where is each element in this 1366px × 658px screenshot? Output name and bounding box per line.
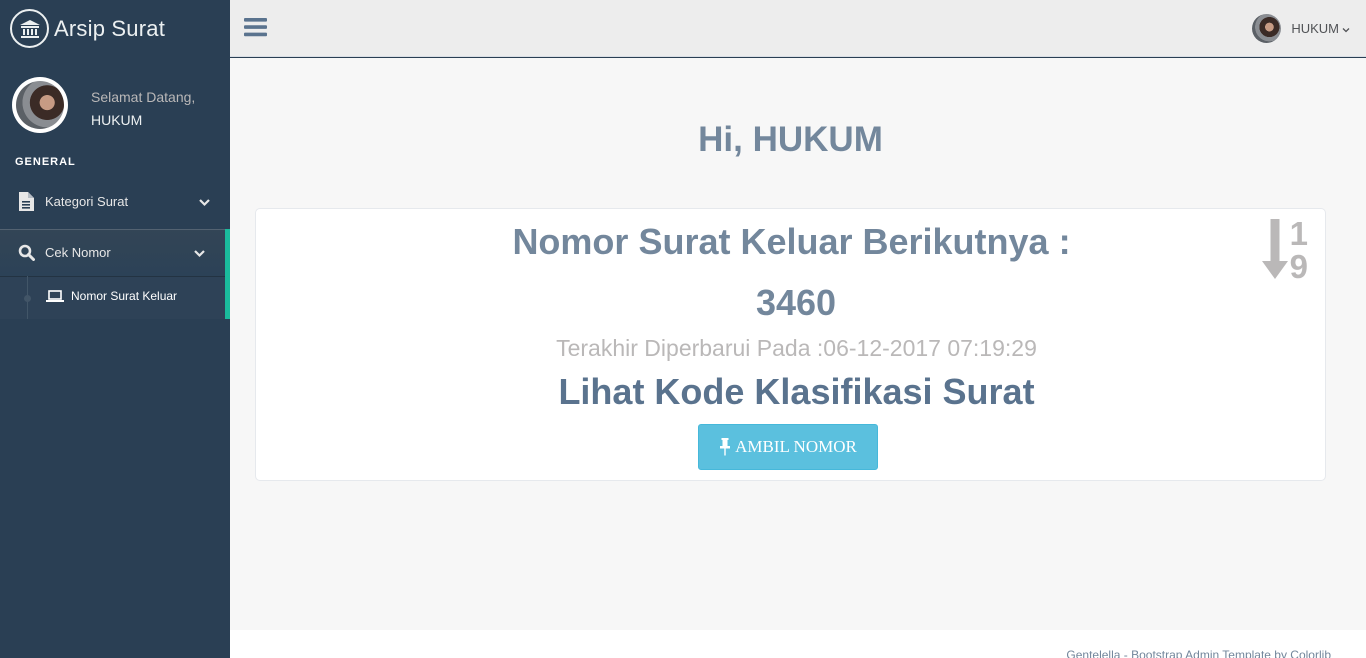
user-menu[interactable]: HUKUM (1252, 14, 1350, 43)
main-content: Hi, HUKUM 1 9 Nomor Surat Keluar Berikut… (230, 58, 1366, 630)
sidebar-item-cek-nomor[interactable]: Cek Nomor (0, 229, 230, 276)
tile-stats: 1 9 Nomor Surat Keluar Berikutnya : 3460… (255, 208, 1326, 481)
brand-title[interactable]: Arsip Surat (54, 16, 165, 42)
welcome-text: Selamat Datang, (91, 89, 196, 105)
search-icon (15, 244, 37, 261)
thumb-tack-icon (719, 438, 731, 456)
top-nav: HUKUM (230, 0, 1366, 57)
sidebar-item-label: Kategori Surat (45, 194, 129, 209)
footer-credit[interactable]: Gentelella - Bootstrap Admin Template by… (1066, 648, 1331, 658)
last-updated: Terakhir Diperbarui Pada :06-12-2017 07:… (256, 335, 1337, 362)
classification-code-link[interactable]: Lihat Kode Klasifikasi Surat (256, 371, 1337, 413)
menu-section-title: GENERAL (15, 156, 76, 168)
sidebar: Arsip Surat Selamat Datang, HUKUM GENERA… (0, 0, 230, 658)
sidebar-item-nomor-surat-keluar[interactable]: Nomor Surat Keluar (46, 289, 177, 303)
chevron-down-icon (1342, 21, 1350, 36)
sidebar-item-kategori-surat[interactable]: Kategori Surat (0, 178, 230, 225)
avatar (1252, 14, 1282, 43)
file-text-icon (15, 192, 37, 211)
take-number-button[interactable]: AMBIL NOMOR (698, 424, 878, 470)
tile-heading: Nomor Surat Keluar Berikutnya : (512, 221, 1071, 262)
last-updated-value: 06-12-2017 07:19:29 (823, 335, 1037, 361)
sidebar-subitem-label: Nomor Surat Keluar (71, 289, 178, 303)
chevron-down-icon (194, 246, 205, 261)
bank-icon (10, 9, 49, 48)
next-number: 3460 (755, 282, 837, 323)
footer: Gentelella - Bootstrap Admin Template by… (230, 630, 1366, 658)
side-menu: Kategori Surat Cek Nomor Nomor Surat Kel… (0, 178, 230, 319)
avatar (12, 77, 68, 133)
last-updated-label: Terakhir Diperbarui Pada : (556, 335, 824, 361)
profile-name: HUKUM (91, 112, 143, 128)
sidebar-item-label: Cek Nomor (45, 245, 111, 260)
laptop-icon (46, 289, 64, 303)
user-name: HUKUM (1291, 21, 1339, 36)
brand[interactable]: Arsip Surat (0, 0, 230, 57)
menu-toggle-icon[interactable] (244, 17, 268, 42)
take-number-button-label: AMBIL NOMOR (735, 437, 857, 456)
chevron-down-icon (199, 195, 210, 210)
greeting: Hi, HUKUM (698, 120, 883, 159)
sub-menu: Nomor Surat Keluar (0, 276, 230, 319)
